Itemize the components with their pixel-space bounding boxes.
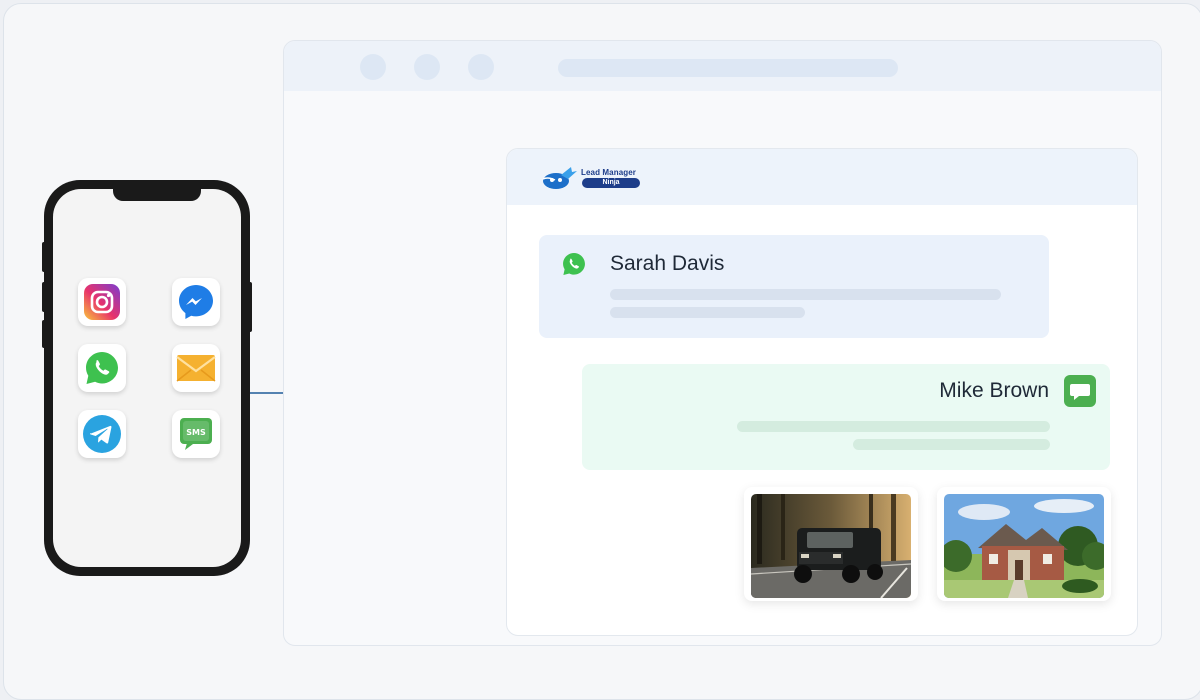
window-control-dot[interactable]	[360, 54, 386, 80]
messenger-icon	[179, 285, 213, 319]
phone-mockup: SMS	[44, 180, 250, 576]
message-preview-line	[853, 439, 1050, 450]
panel-header: Lead Manager Ninja	[507, 149, 1137, 205]
window-control-dot[interactable]	[468, 54, 494, 80]
app-email[interactable]	[172, 344, 220, 392]
phone-notch	[113, 189, 201, 201]
window-control-dot[interactable]	[414, 54, 440, 80]
chat-bubble-icon	[1064, 375, 1096, 407]
sms-icon: SMS	[180, 418, 212, 450]
app-messenger[interactable]	[172, 278, 220, 326]
logo-subtitle: Ninja	[582, 178, 640, 188]
app-instagram[interactable]	[78, 278, 126, 326]
whatsapp-icon	[563, 253, 585, 275]
whatsapp-icon	[86, 352, 118, 384]
app-whatsapp[interactable]	[78, 344, 126, 392]
conversation-card[interactable]: Mike Brown	[582, 364, 1110, 470]
logo-title: Lead Manager	[581, 168, 636, 177]
instagram-icon	[84, 284, 120, 320]
app-telegram[interactable]	[78, 410, 126, 458]
contact-name: Sarah Davis	[610, 252, 725, 275]
attachment-thumbnail[interactable]	[937, 487, 1111, 601]
conversation-card[interactable]: Sarah Davis	[539, 235, 1049, 338]
message-preview-line	[737, 421, 1050, 432]
house-photo	[944, 494, 1104, 598]
browser-toolbar	[284, 41, 1161, 91]
app-sms[interactable]: SMS	[172, 410, 220, 458]
lead-manager-ninja-logo-icon	[542, 167, 577, 189]
sms-icon-label: SMS	[186, 428, 206, 437]
message-preview-line	[610, 289, 1001, 300]
address-bar[interactable]	[558, 59, 898, 77]
phone-screen: SMS	[53, 189, 241, 567]
contact-name: Mike Brown	[939, 379, 1049, 402]
message-preview-line	[610, 307, 805, 318]
car-photo	[751, 494, 911, 598]
telegram-icon	[83, 415, 121, 453]
attachment-thumbnail[interactable]	[744, 487, 918, 601]
email-icon	[176, 355, 216, 382]
